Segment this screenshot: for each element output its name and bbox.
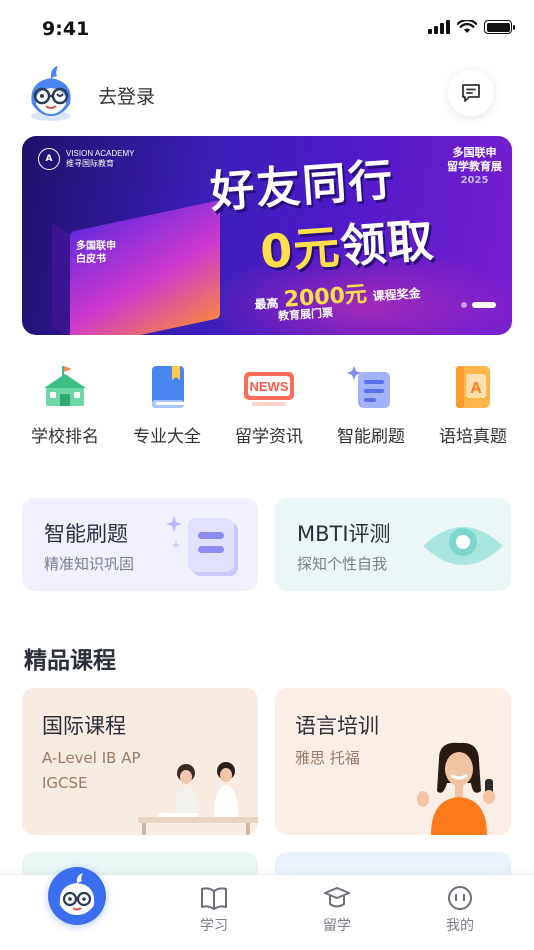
quick-nav-label: 智能刷题 [337,427,405,447]
banner-expo-tag: 多国联申 留学教育展 2025 [447,146,502,188]
open-book-icon [201,887,227,910]
banner-tag-line1: 多国联申 [452,146,497,159]
school-icon [44,366,86,406]
course-card-international[interactable]: 国际课程 A-Level IB AP IGCSE [22,688,258,835]
message-button[interactable] [448,70,494,116]
news-icon: NEWS [244,372,294,406]
quick-nav-school-ranking[interactable]: 学校排名 [14,360,116,447]
section-title-premium-courses: 精品课程 [24,648,116,674]
brand-name-cn: 维寻国际教育 [66,159,114,168]
feature-subtitle: 精准知识巩固 [44,555,135,573]
book-icon [152,366,184,408]
wifi-icon [457,20,477,33]
practice-card-icon [166,516,238,576]
tab-label: 学习 [200,918,228,934]
practice-icon [347,366,390,408]
quick-nav-label: 留学资讯 [235,427,303,447]
banner-dot-active[interactable] [472,302,496,308]
feature-card-smart-practice[interactable]: 智能刷题 精准知识巩固 [22,498,258,591]
mascot-avatar-icon [31,66,71,121]
banner-brand: A VISION ACADEMY 维寻国际教育 [38,148,134,170]
banner-book [70,200,220,335]
brand-logo-icon: A [38,148,60,170]
profile-face-icon [448,886,472,910]
banner-claim: 领取 [338,212,436,274]
tab-bar: 学习 留学 我的 [0,867,534,950]
promo-banner[interactable]: 多国联申白皮书 A VISION ACADEMY 维寻国际教育 好友同行 0元领… [22,136,512,335]
banner-zero-yuan: 0元 [258,219,343,279]
quick-nav-label: 学校排名 [31,427,99,447]
news-badge-text: NEWS [250,379,289,394]
header: 去登录 [22,62,494,124]
banner-pagination[interactable] [461,302,496,308]
quick-nav-study-abroad-news[interactable]: NEWS 留学资讯 [218,360,320,447]
banner-headline-2: 0元领取 [258,204,436,282]
tab-study-abroad[interactable]: 留学 [297,885,377,935]
course-title: 语言培训 [295,714,379,738]
banner-dot[interactable] [461,302,467,308]
teacher-illustration [417,742,495,835]
eye-icon [423,527,503,565]
cellular-signal-icon [428,20,450,34]
status-bar: 9:41 [0,0,534,58]
quick-nav-smart-practice[interactable]: 智能刷题 [320,360,422,447]
students-illustration [138,762,258,835]
quick-nav-language-exams[interactable]: A 语培真题 [422,360,524,447]
feature-subtitle: 探知个性自我 [297,555,388,573]
quick-nav-label: 专业大全 [133,427,201,447]
banner-tag-year: 2025 [460,175,489,186]
tab-study[interactable]: 学习 [174,885,254,935]
course-card-language[interactable]: 语言培训 雅思 托福 [275,688,511,835]
graduation-cap-icon [324,887,350,908]
quick-nav-majors[interactable]: 专业大全 [116,360,218,447]
language-badge-text: A [470,380,482,397]
feature-title: MBTI评测 [297,522,391,546]
tab-home[interactable] [48,867,106,925]
banner-tag-line2: 留学教育展 [447,160,502,173]
quick-nav-label: 语培真题 [439,427,507,447]
language-exam-icon: A [456,366,490,408]
login-link[interactable]: 去登录 [98,82,155,109]
quick-nav: 学校排名 专业大全 NEWS 留学资讯 智能刷题 A 语培真题 [14,360,524,447]
banner-sub-prefix: 最高 [254,296,279,312]
banner-sub-suffix: 课程奖金 [372,286,422,304]
mascot-home-icon [59,873,95,915]
course-subtitle: 雅思 托福 [295,749,360,767]
banner-card-title: 多国联申白皮书 [76,241,116,265]
course-title: 国际课程 [42,714,126,738]
tab-label: 我的 [446,918,474,934]
brand-name: VISION ACADEMY [66,149,135,158]
status-time: 9:41 [42,18,90,40]
message-icon [462,84,480,102]
tab-me[interactable]: 我的 [420,885,500,935]
feature-card-mbti[interactable]: MBTI评测 探知个性自我 [275,498,511,591]
status-icons [428,20,515,34]
battery-icon [484,20,515,34]
tab-label: 留学 [323,918,351,934]
feature-title: 智能刷题 [44,522,128,546]
avatar[interactable] [22,64,80,122]
